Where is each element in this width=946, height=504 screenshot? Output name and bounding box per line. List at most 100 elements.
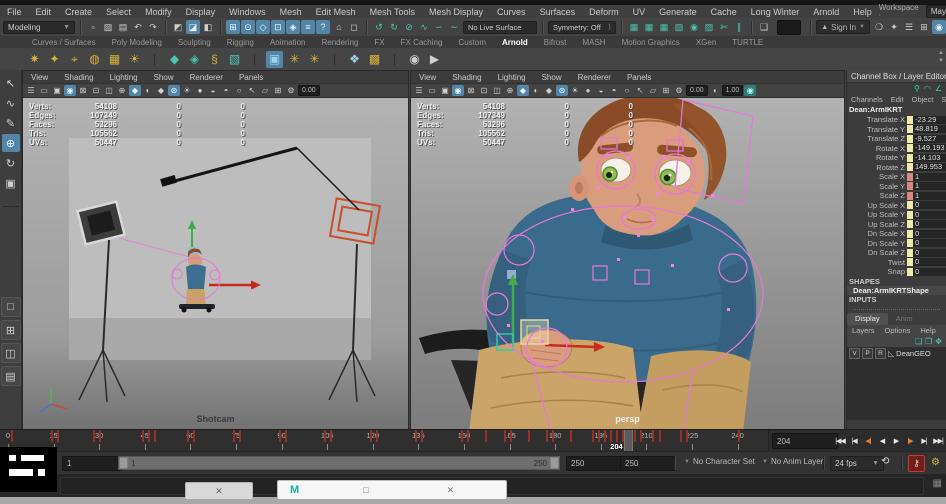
panel-menu-item[interactable]: Panels	[231, 73, 271, 82]
motion-blur-icon[interactable]: ●	[582, 85, 594, 96]
redo-icon[interactable]: ↷	[146, 20, 160, 34]
go-to-end-button[interactable]: ▶▶|	[931, 432, 945, 449]
channel-value-field[interactable]: -14.103	[913, 154, 946, 162]
scale-tool-icon[interactable]: ▣	[2, 174, 20, 192]
rebuild-icon[interactable]: ∼	[447, 20, 461, 34]
shadows-icon[interactable]: ⊛	[168, 85, 180, 96]
grease-pencil-icon[interactable]: ☰	[413, 85, 425, 96]
exposure-icon[interactable]: ⊞	[660, 85, 672, 96]
resolution-gate-icon[interactable]: ◉	[452, 85, 464, 96]
history-toggle-icon[interactable]: ↻	[387, 20, 401, 34]
new-layer-icon[interactable]: ❏	[915, 337, 922, 346]
channel-box-menu-item[interactable]: Channels	[847, 95, 887, 104]
field-chart-icon[interactable]: ⊡	[90, 85, 102, 96]
panel-menu-item[interactable]: Lighting	[490, 73, 534, 82]
gear-icon[interactable]: ⚙	[673, 85, 685, 96]
menu-item[interactable]: Modify	[138, 7, 179, 17]
shelf-tab[interactable]: Motion Graphics	[614, 38, 688, 48]
menu-item[interactable]: Help	[846, 7, 879, 17]
isolate-select-icon[interactable]: ○	[233, 85, 245, 96]
use-all-lights-icon[interactable]: ◆	[155, 85, 167, 96]
gate-mask-icon[interactable]: ⊠	[77, 85, 89, 96]
panel-menu-item[interactable]: Shading	[56, 73, 101, 82]
render-sequence-icon[interactable]: ▧	[672, 20, 686, 34]
depth-of-field-icon[interactable]: ◓	[220, 85, 232, 96]
channel-value-field[interactable]: 48.819	[913, 125, 946, 133]
character-set-selector[interactable]: ▼ No Character Set	[684, 457, 755, 466]
menu-item[interactable]: Generate	[652, 7, 704, 17]
shadows-icon[interactable]: ⊛	[556, 85, 568, 96]
channel-value-field[interactable]: 0	[913, 258, 946, 266]
new-layer-selected-icon[interactable]: ❐	[925, 337, 932, 346]
channel-box-menu-item[interactable]: Edit	[887, 95, 908, 104]
cut-icon[interactable]: ✄	[717, 20, 731, 34]
fps-selector[interactable]: 24 fps ▼	[830, 456, 884, 471]
safe-action-icon[interactable]: ◫	[103, 85, 115, 96]
layer-playback-toggle[interactable]: P	[862, 348, 873, 359]
arnold-spot-light-icon[interactable]: ✦	[46, 51, 63, 68]
isolate-select-icon[interactable]: ○	[621, 85, 633, 96]
play-backwards-button[interactable]: ◀	[875, 432, 889, 449]
panel-menu-item[interactable]: Panels	[619, 73, 659, 82]
camera-icon[interactable]: ▭	[38, 85, 50, 96]
layer-name[interactable]: DeanGEO	[896, 349, 931, 358]
arnold-skydome-light-icon[interactable]: ◍	[86, 51, 103, 68]
snap-grid-icon[interactable]: ⊞	[226, 20, 240, 34]
standard-surface-icon[interactable]: ◆	[166, 51, 183, 68]
shelf-tab[interactable]: Animation	[262, 38, 314, 48]
single-pane-layout-icon[interactable]: □	[1, 297, 21, 317]
channel-value-field[interactable]: 0	[913, 211, 946, 219]
menu-item[interactable]: File	[0, 7, 29, 17]
new-scene-icon[interactable]: ▫	[86, 20, 100, 34]
manipulator-icon[interactable]: ◠	[924, 84, 931, 93]
xray-icon[interactable]: ↖	[634, 85, 646, 96]
workspace-selector[interactable]: Maya Classic ▼	[926, 5, 946, 18]
joints-xray-icon[interactable]: ▱	[259, 85, 271, 96]
shelf-tab[interactable]: Sculpting	[170, 38, 219, 48]
field-chart-icon[interactable]: ⊡	[478, 85, 490, 96]
save-scene-icon[interactable]: ▤	[116, 20, 130, 34]
channel-value-field[interactable]: -9.527	[913, 135, 946, 143]
channel-box-toggle-icon[interactable]: ◉	[932, 20, 946, 34]
shelf-tab[interactable]: XGen	[688, 38, 724, 48]
ambient-occlusion-icon[interactable]: ☀	[569, 85, 581, 96]
close-icon[interactable]: ✕	[215, 486, 223, 497]
render-region-icon[interactable]: ▣	[266, 51, 283, 68]
menu-item[interactable]: Cache	[704, 7, 744, 17]
curve-snap-icon[interactable]: ∿	[417, 20, 431, 34]
step-back-key-button[interactable]: ◀|	[861, 432, 875, 449]
channel-value-field[interactable]: 0	[913, 201, 946, 209]
arnold-photometric-light-icon[interactable]: ⌖	[66, 51, 83, 68]
shaded-icon[interactable]: ◆	[129, 85, 141, 96]
layer-reference-toggle[interactable]: R	[875, 348, 886, 359]
xray-icon[interactable]: ↖	[246, 85, 258, 96]
menu-item[interactable]: Deform	[582, 7, 626, 17]
safe-action-icon[interactable]: ◫	[491, 85, 503, 96]
select-object-icon[interactable]: ◪	[186, 20, 200, 34]
panel-menu-item[interactable]: Lighting	[102, 73, 146, 82]
grease-pencil-icon[interactable]: ☰	[25, 85, 37, 96]
layer-menu-item[interactable]: Layers	[847, 326, 880, 335]
range-start-handle[interactable]	[119, 457, 128, 469]
panel-menu-item[interactable]: View	[411, 73, 444, 82]
assign-material-icon[interactable]: ◈	[186, 51, 203, 68]
arnold-area-light-icon[interactable]: ✷	[26, 51, 43, 68]
symmetry-selector[interactable]: Symmetry: Off ⟩	[548, 21, 616, 34]
snap-help-icon[interactable]: ?	[316, 20, 330, 34]
animation-end-field[interactable]: 250	[620, 456, 676, 471]
menu-item[interactable]: Curves	[490, 7, 533, 17]
gate-mask-icon[interactable]: ⊠	[465, 85, 477, 96]
close-icon[interactable]: ✕	[447, 485, 455, 496]
display-layer-row[interactable]: V P R ◺ DeanGEO	[847, 347, 946, 360]
menu-item[interactable]: Create	[58, 7, 99, 17]
exposure-icon[interactable]: ⊞	[272, 85, 284, 96]
step-forward-key-button[interactable]: |▶	[903, 432, 917, 449]
snap-point-icon[interactable]: ◇	[256, 20, 270, 34]
channel-value-field[interactable]: 1	[913, 182, 946, 190]
channel-value-field[interactable]: 1	[913, 173, 946, 181]
shelf-tab[interactable]: TURTLE	[724, 38, 771, 48]
playback-loop-icon[interactable]: ⟲	[881, 456, 889, 467]
anim-layer-selector[interactable]: ▼ No Anim Layer	[762, 457, 823, 466]
wireframe-icon[interactable]: ⊕	[504, 85, 516, 96]
channel-value-field[interactable]: -149.193	[913, 144, 946, 152]
